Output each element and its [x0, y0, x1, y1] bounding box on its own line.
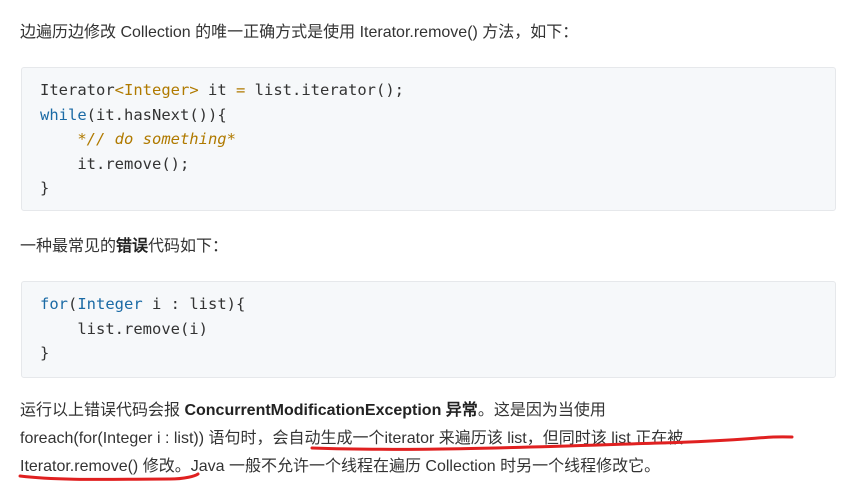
code1-line-3: *// do something* [40, 127, 835, 152]
code1-line-1: Iterator<Integer> it = list.iterator(); [40, 78, 835, 103]
code2-token: ( [68, 295, 78, 313]
code1-token: (it.hasNext()){ [86, 105, 227, 124]
outro-line3-text: Iterator.remove() 修改。Java 一般不允许一个线程在遍历 C… [20, 458, 661, 475]
middle-prefix: 一种最常见的 [20, 238, 117, 255]
outro-line1-exception: ConcurrentModificationException 异常 [184, 402, 478, 419]
outro-line2-text: foreach(for(Integer i : list)) 语句时，会自动生成… [20, 430, 684, 447]
code1-token: list.iterator(); [245, 81, 404, 99]
intro-paragraph: 边遍历边修改 Collection 的唯一正确方式是使用 Iterator.re… [20, 20, 578, 46]
code1-token: } [40, 179, 50, 197]
code1-token: *// do something* [77, 130, 236, 148]
code-block-iterator-example: Iterator<Integer> it = list.iterator(); w… [21, 67, 836, 211]
code2-line-1: for(Integer i : list){ [40, 292, 835, 317]
code-block-wrong-example: for(Integer i : list){ list.remove(i)} [21, 281, 836, 378]
code2-line-3: } [40, 341, 835, 366]
code1-token [40, 130, 77, 148]
outro-line1-prefix: 运行以上错误代码会报 [20, 402, 185, 419]
code2-token: } [40, 344, 50, 362]
outro-line-1: 运行以上错误代码会报 ConcurrentModificationExcepti… [20, 398, 606, 424]
intro-text: 边遍历边修改 Collection 的唯一正确方式是使用 Iterator.re… [20, 24, 579, 41]
code1-token: Integer [124, 81, 190, 99]
middle-bold-error: 错误 [116, 238, 149, 255]
middle-paragraph: 一种最常见的错误代码如下： [20, 234, 228, 260]
code1-line-2: while(it.hasNext()){ [40, 103, 835, 128]
code1-line-4: it.remove(); [40, 152, 835, 177]
code2-token: i : list){ [142, 295, 246, 313]
code1-line-5: } [40, 176, 835, 201]
outro-line1-suffix: 。这是因为当使用 [477, 402, 606, 419]
code2-line-2: list.remove(i) [40, 317, 835, 342]
code1-token: it [198, 81, 236, 99]
code1-token: = [236, 81, 246, 99]
code2-token: Integer [77, 295, 143, 313]
middle-suffix: 代码如下： [148, 238, 229, 255]
code2-token: for [40, 295, 68, 313]
code1-token: it.remove(); [40, 154, 190, 173]
code2-token: list.remove(i) [40, 319, 208, 338]
outro-line-2: foreach(for(Integer i : list)) 语句时，会自动生成… [20, 426, 683, 452]
code1-token: Iterator [40, 81, 115, 99]
code1-token: < [114, 81, 124, 99]
code1-token: > [189, 81, 199, 99]
code1-token: while [40, 105, 87, 124]
outro-line-3: Iterator.remove() 修改。Java 一般不允许一个线程在遍历 C… [20, 454, 660, 480]
